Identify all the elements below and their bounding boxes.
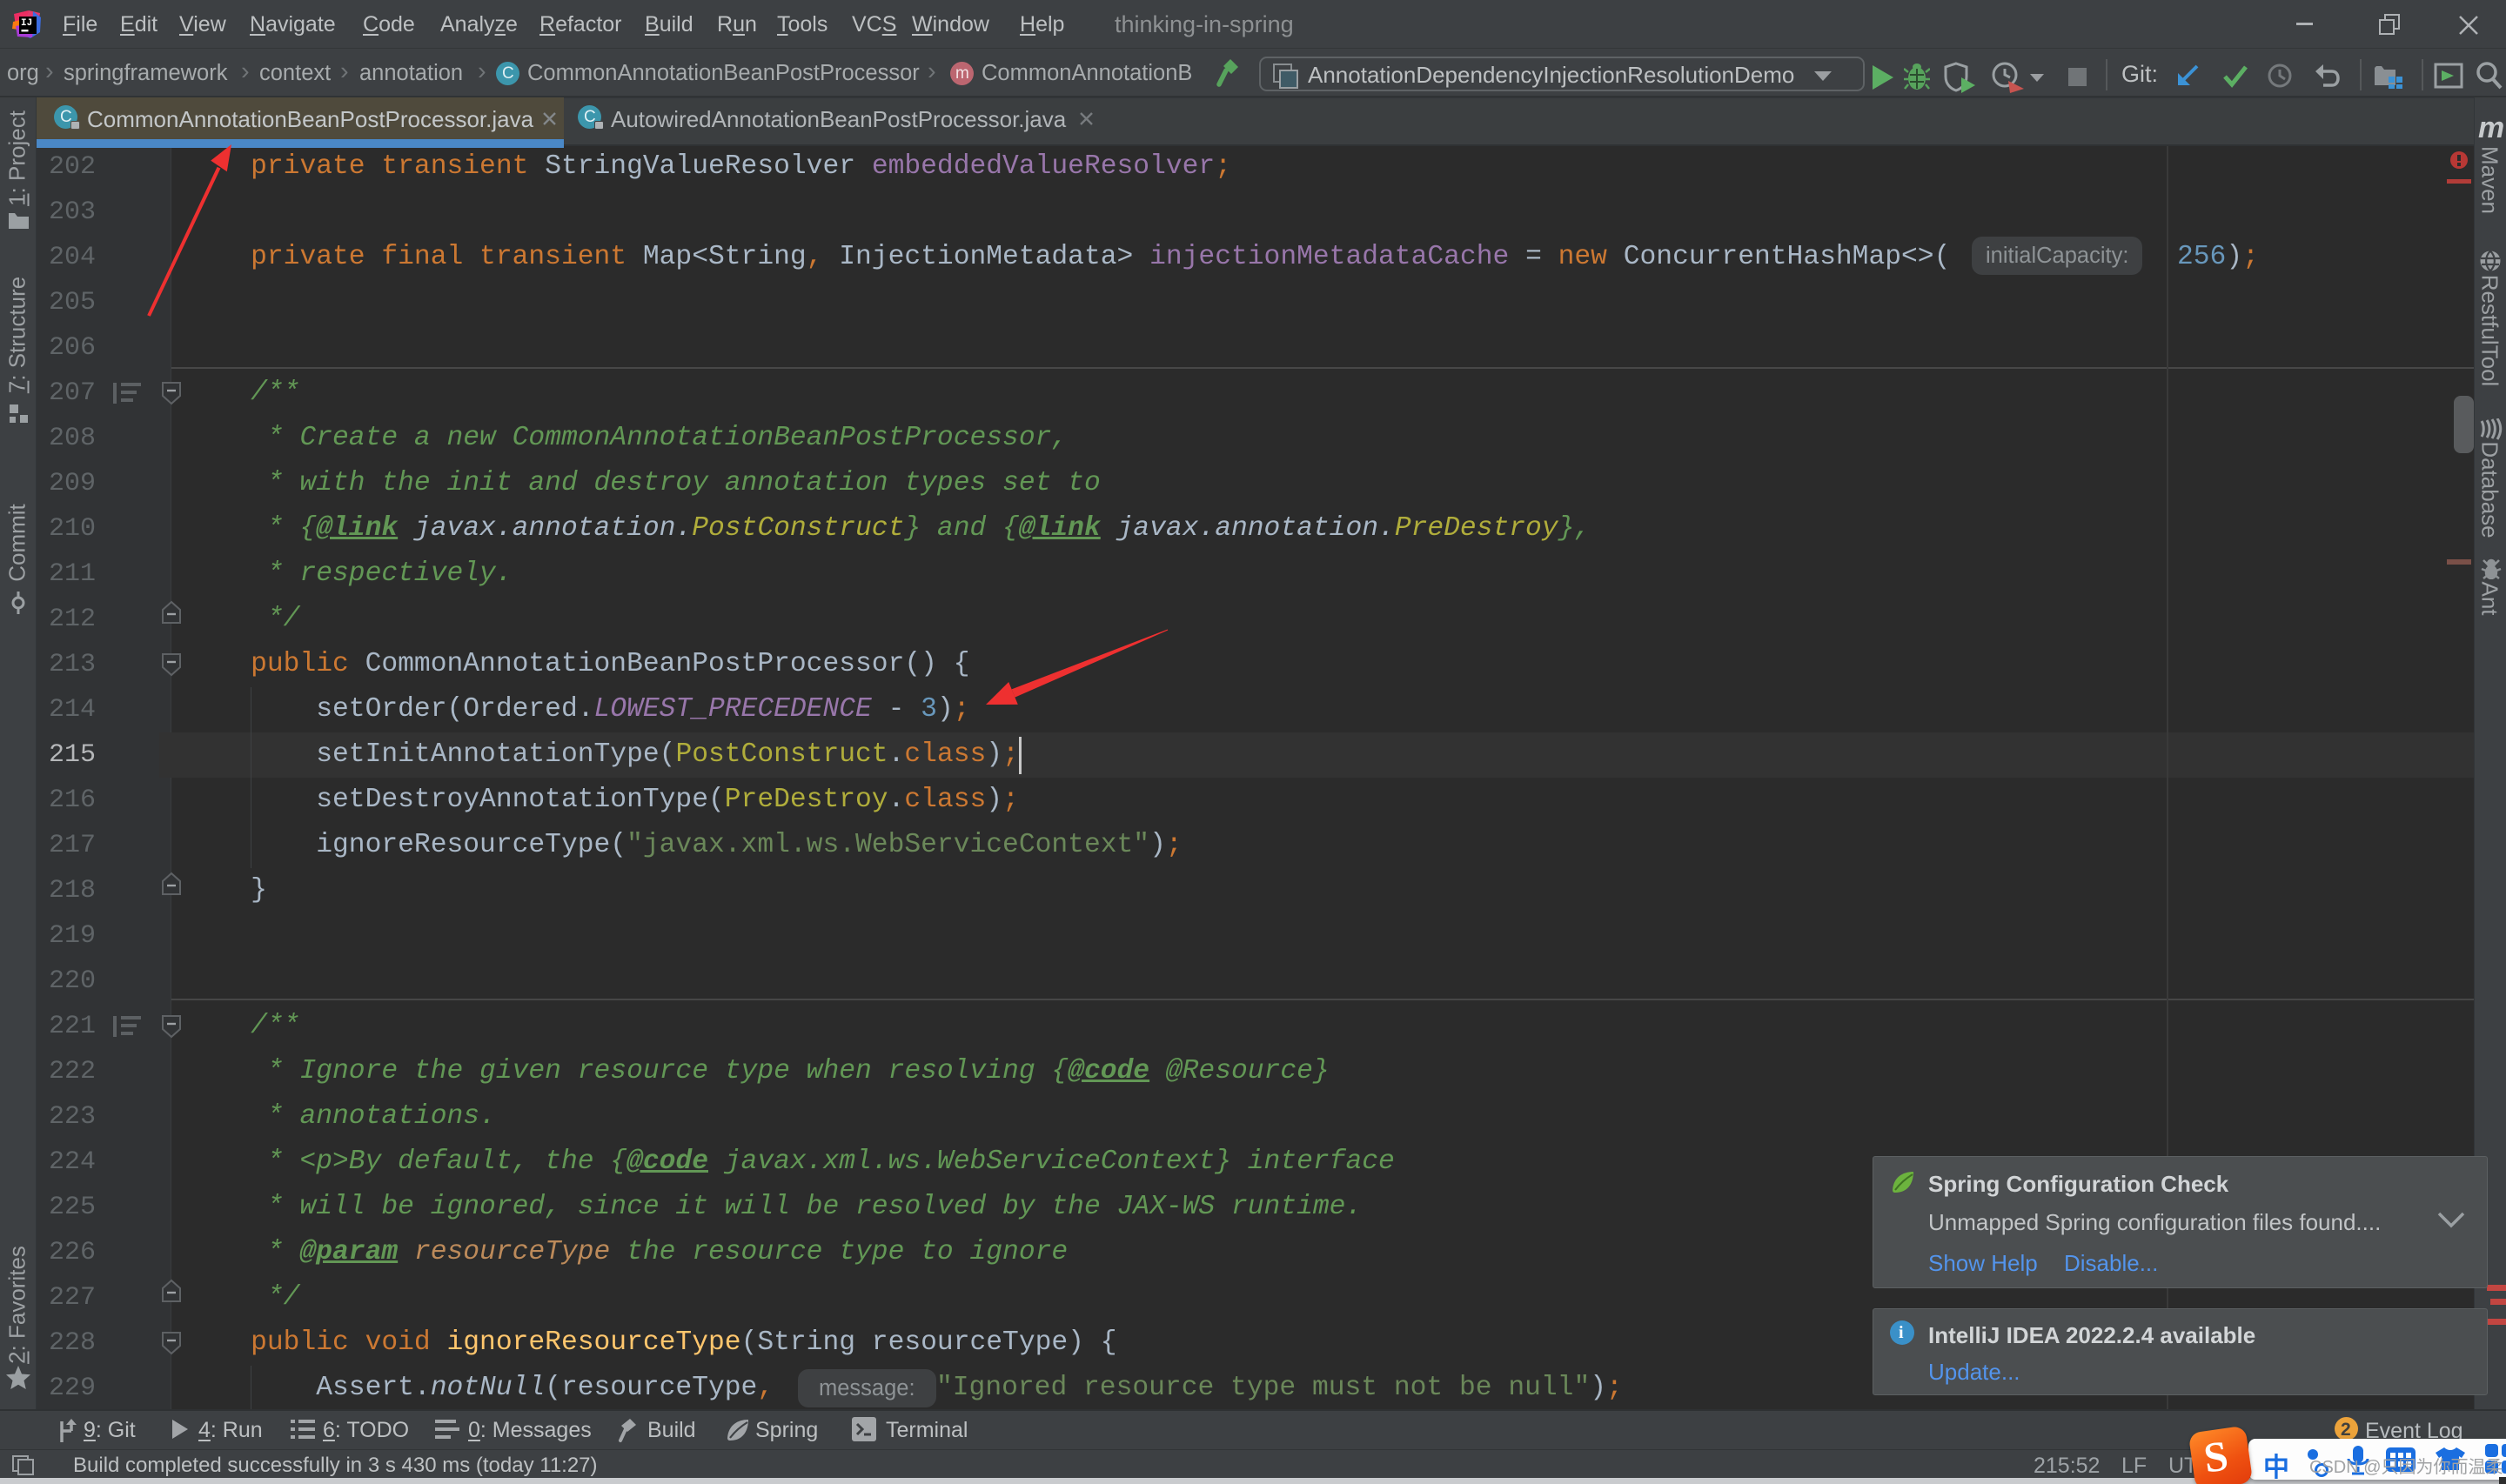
svg-text:IJ: IJ xyxy=(21,18,32,29)
